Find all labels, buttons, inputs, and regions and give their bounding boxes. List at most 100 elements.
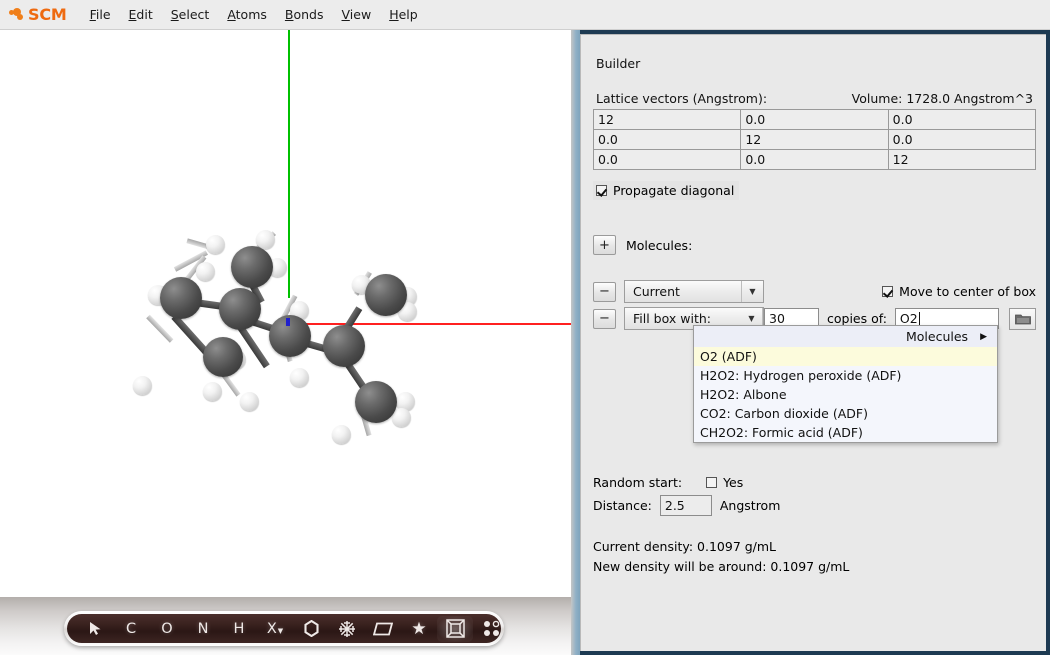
lattice-vectors-label: Lattice vectors (Angstrom): [596,91,768,106]
distance-row: Distance: 2.5 Angstrom [593,495,780,516]
list-item[interactable]: CO2: Carbon dioxide (ADF) [694,404,997,423]
checkbox-icon [596,185,607,196]
menu-edit[interactable]: Edit [120,4,162,25]
lattice-cell-a1[interactable]: 12 [592,109,742,130]
atom-hydrogen [256,230,275,249]
atom-carbon [269,315,311,357]
remove-molecule-button-2[interactable]: − [593,308,616,329]
chevron-down-icon: ▼ [741,281,763,302]
hydrogen-tool[interactable]: H [221,616,257,642]
atom-carbon [160,277,202,319]
atom-hydrogen [290,368,309,387]
scm-logo-dots-icon [9,7,26,22]
molecule-model [0,30,571,630]
other-element-tool[interactable]: X ▼ [257,616,293,642]
atom-carbon [365,274,407,316]
new-density-label: New density will be around: 0.1097 g/mL [593,559,850,574]
list-item[interactable]: H2O2: Albone [694,385,997,404]
random-start-row: Random start: Yes [593,475,743,490]
folder-icon [1014,314,1031,324]
atom-carbon [219,288,261,330]
lattice-cell-b1[interactable]: 0.0 [592,129,742,150]
menu-atoms[interactable]: Atoms [218,4,276,25]
list-item[interactable]: H2O2: Hydrogen peroxide (ADF) [694,366,997,385]
menu-view[interactable]: View [333,4,381,25]
text-cursor [918,312,920,325]
menu-select[interactable]: Select [162,4,219,25]
select-arrow-tool[interactable] [77,616,113,642]
oxygen-tool[interactable]: O [149,616,185,642]
atom-carbon [323,325,365,367]
dropdown-header: Molecules ▶ [694,326,997,347]
distance-input[interactable]: 2.5 [659,495,712,516]
lattice-cell-a2[interactable]: 0.0 [740,109,889,130]
menu-bonds[interactable]: Bonds [276,4,333,25]
menu-select-label: elect [178,7,210,22]
menu-bonds-label: onds [293,7,324,22]
menu-view-label: iew [349,7,372,22]
random-start-yes-label: Yes [723,475,744,490]
copies-of-label: copies of: [827,311,887,326]
distance-label: Distance: [593,498,652,513]
molecules-header-row: + Molecules: [593,235,692,255]
menu-help-label: elp [398,7,418,22]
atom-carbon [203,337,243,377]
menu-bar: SCM File Edit Select Atoms Bonds View He… [0,0,1050,30]
lattice-cell-c1[interactable]: 0.0 [592,149,742,170]
atom-hydrogen [196,262,215,281]
volume-label: Volume: 1728.0 Angstrom^3 [851,91,1033,106]
star-tool[interactable]: ★ [401,616,437,642]
add-molecule-button[interactable]: + [593,235,616,255]
ring-tool[interactable] [293,616,329,642]
atom-hydrogen [332,425,351,444]
table-row: 0.0 0.0 12 [592,149,1037,170]
molecule-autocomplete-dropdown[interactable]: Molecules ▶ O2 (ADF) H2O2: Hydrogen pero… [693,325,998,443]
remove-molecule-button-1[interactable]: − [593,281,616,302]
builder-panel: Builder Lattice vectors (Angstrom): Volu… [580,34,1046,651]
atom-hydrogen [206,235,225,254]
scm-logo-text: SCM [28,5,67,24]
list-item[interactable]: O2 (ADF) [694,347,997,366]
dots-tool[interactable] [473,616,509,642]
menu-edit-label: dit [136,7,153,22]
bond [146,314,174,343]
distance-unit-label: Angstrom [719,498,781,513]
box-tool[interactable] [437,615,473,642]
source-select-current[interactable]: Current ▼ [624,280,764,303]
atom-carbon [231,246,273,288]
carbon-tool[interactable]: C [113,616,149,642]
lattice-cell-a3[interactable]: 0.0 [887,109,1037,130]
lattice-cell-c3[interactable]: 12 [887,149,1037,170]
lattice-cell-b2[interactable]: 12 [740,129,889,150]
application-window: SCM File Edit Select Atoms Bonds View He… [0,0,1050,655]
propagate-diagonal-label: Propagate diagonal [613,183,735,198]
atom-carbon [355,381,397,423]
source-select-value: Current [633,284,680,299]
chevron-down-icon: ▼ [277,627,284,635]
axis-origin-marker [286,318,290,326]
plane-tool[interactable] [365,616,401,642]
fill-mode-value: Fill box with: [633,311,711,326]
menu-file[interactable]: File [81,4,120,25]
menu-file-label: ile [95,7,111,22]
molecules-label: Molecules: [626,237,693,253]
random-start-checkbox[interactable] [706,477,718,488]
panel-title: Builder [596,56,641,71]
lattice-cell-b3[interactable]: 0.0 [887,129,1037,150]
builder-dialog-frame: Builder Lattice vectors (Angstrom): Volu… [571,30,1050,655]
scm-logo: SCM [9,5,67,24]
browse-molecule-button[interactable] [1009,307,1036,330]
random-start-label: Random start: [593,475,683,490]
dialog-left-edge [571,30,580,655]
table-row: 0.0 12 0.0 [592,129,1037,150]
molecule-viewport[interactable] [0,30,571,655]
propagate-diagonal-checkbox[interactable]: Propagate diagonal [593,181,740,200]
chevron-right-icon: ▶ [980,331,987,342]
molecule-name-value: O2 [899,311,918,326]
menu-help[interactable]: Help [380,4,427,25]
crystal-tool[interactable] [329,616,365,642]
nitrogen-tool[interactable]: N [185,616,221,642]
list-item[interactable]: CH2O2: Formic acid (ADF) [694,423,997,442]
lattice-cell-c2[interactable]: 0.0 [740,149,889,170]
move-to-center-checkbox[interactable]: Move to center of box [882,284,1036,299]
